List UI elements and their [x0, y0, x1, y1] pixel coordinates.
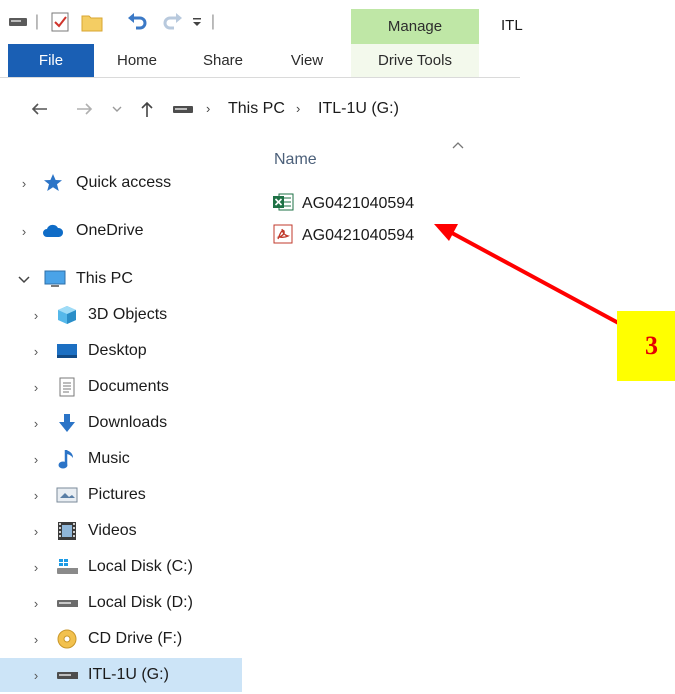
annotation-badge: 3 [617, 311, 675, 381]
annotation-arrow [434, 224, 625, 328]
